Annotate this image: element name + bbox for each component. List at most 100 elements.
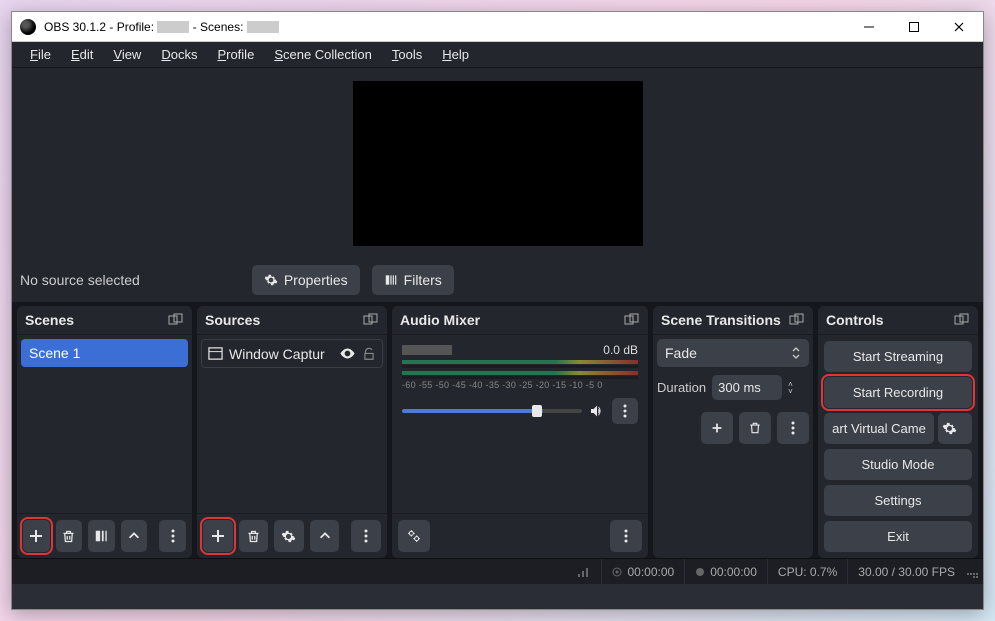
signal-icon: [577, 566, 591, 578]
studio-mode-button[interactable]: Studio Mode: [824, 449, 972, 480]
start-streaming-button[interactable]: Start Streaming: [824, 341, 972, 372]
minimize-button[interactable]: [846, 13, 891, 41]
maximize-button[interactable]: [891, 13, 936, 41]
remove-scene-button[interactable]: [56, 520, 83, 552]
transitions-header: Scene Transitions: [653, 306, 813, 335]
audio-footer: [392, 513, 648, 558]
eye-icon[interactable]: [339, 345, 356, 362]
scene-filter-button[interactable]: [88, 520, 115, 552]
close-button[interactable]: [936, 13, 981, 41]
volume-slider[interactable]: [402, 409, 582, 413]
transitions-dock: Scene Transitions Fade Duration ˄˅: [653, 306, 813, 558]
gears-icon: [406, 528, 422, 544]
audio-meter: [402, 360, 638, 364]
menu-edit[interactable]: Edit: [61, 44, 103, 65]
audio-ticks: -60 -55 -50 -45 -40 -35 -30 -25 -20 -15 …: [402, 380, 638, 390]
menu-help[interactable]: Help: [432, 44, 479, 65]
transition-select[interactable]: Fade: [657, 339, 809, 367]
controls-dock: Controls Start Streaming Start Recording…: [818, 306, 978, 558]
start-recording-button[interactable]: Start Recording: [824, 377, 972, 408]
popout-icon[interactable]: [789, 313, 805, 327]
broadcast-icon: [612, 567, 622, 577]
filters-icon: [384, 273, 398, 287]
source-properties-button[interactable]: [274, 520, 304, 552]
more-vert-icon: [791, 421, 795, 435]
menu-file[interactable]: File: [20, 44, 61, 65]
chevron-up-icon: [318, 529, 332, 543]
remove-transition-button[interactable]: [739, 412, 771, 444]
popout-icon[interactable]: [954, 313, 970, 327]
statusbar: 00:00:00 00:00:00 CPU: 0.7% 30.00 / 30.0…: [12, 558, 983, 584]
gear-icon: [264, 273, 278, 287]
duration-label: Duration: [657, 380, 706, 395]
menu-docks[interactable]: Docks: [151, 44, 207, 65]
audio-meter: [402, 371, 638, 375]
preview-canvas[interactable]: [353, 81, 643, 246]
sources-header: Sources: [197, 306, 387, 335]
plus-icon: [710, 421, 724, 435]
more-vert-icon: [171, 529, 175, 543]
status-fps: 30.00 / 30.00 FPS: [847, 559, 965, 584]
resize-grip[interactable]: [965, 565, 979, 579]
properties-button[interactable]: Properties: [252, 265, 360, 295]
preview-area: [12, 68, 983, 258]
add-source-button[interactable]: [203, 520, 233, 552]
source-item[interactable]: Window Captur: [201, 339, 383, 368]
menu-view[interactable]: View: [103, 44, 151, 65]
docks-row: Scenes Scene 1 Sources: [12, 302, 983, 558]
gear-icon: [942, 421, 957, 436]
sources-dock: Sources Window Captur: [197, 306, 387, 558]
filters-button[interactable]: Filters: [372, 265, 454, 295]
menu-profile[interactable]: Profile: [207, 44, 264, 65]
virtual-camera-settings-button[interactable]: [938, 413, 972, 444]
scenes-footer: [17, 513, 192, 558]
obs-window: OBS 30.1.2 - Profile: - Scenes: File Edi…: [11, 11, 984, 610]
audio-track-more-button[interactable]: [612, 398, 638, 424]
duration-input[interactable]: [712, 375, 782, 400]
scenes-dock: Scenes Scene 1: [17, 306, 192, 558]
popout-icon[interactable]: [624, 313, 640, 327]
audio-track: 0.0 dB -60 -55 -50 -45 -40 -35 -30 -25 -…: [396, 339, 644, 428]
scene-item[interactable]: Scene 1: [21, 339, 188, 367]
scene-more-button[interactable]: [159, 520, 186, 552]
add-transition-button[interactable]: [701, 412, 733, 444]
transition-more-button[interactable]: [777, 412, 809, 444]
unlock-icon[interactable]: [362, 347, 376, 361]
virtual-camera-button[interactable]: art Virtual Came: [824, 413, 934, 444]
menubar: File Edit View Docks Profile Scene Colle…: [12, 42, 983, 68]
settings-button[interactable]: Settings: [824, 485, 972, 516]
source-more-button[interactable]: [351, 520, 381, 552]
record-icon: [695, 567, 705, 577]
menu-scene-collection[interactable]: Scene Collection: [264, 44, 382, 65]
duration-spinner[interactable]: ˄˅: [788, 381, 793, 395]
status-cpu: CPU: 0.7%: [767, 559, 847, 584]
more-vert-icon: [624, 529, 628, 543]
audio-mixer-dock: Audio Mixer 0.0 dB -60 -55 -50 -45 -40 -…: [392, 306, 648, 558]
chevron-up-icon: [127, 529, 141, 543]
window-title: OBS 30.1.2 - Profile: - Scenes:: [44, 20, 279, 34]
status-record: 00:00:00: [684, 559, 767, 584]
popout-icon[interactable]: [168, 313, 184, 327]
audio-source-name: [402, 345, 452, 355]
add-scene-button[interactable]: [23, 520, 50, 552]
audio-more-button[interactable]: [610, 520, 642, 552]
no-source-label: No source selected: [20, 272, 140, 288]
remove-source-button[interactable]: [239, 520, 269, 552]
scene-up-button[interactable]: [121, 520, 148, 552]
popout-icon[interactable]: [363, 313, 379, 327]
status-network: [567, 559, 601, 584]
window-icon: [208, 346, 223, 361]
advanced-audio-button[interactable]: [398, 520, 430, 552]
more-vert-icon: [623, 404, 627, 418]
audio-db-value: 0.0 dB: [603, 343, 638, 357]
filter-icon: [94, 529, 108, 543]
status-stream: 00:00:00: [601, 559, 684, 584]
menu-tools[interactable]: Tools: [382, 44, 432, 65]
speaker-icon[interactable]: [588, 403, 606, 419]
source-up-button[interactable]: [310, 520, 340, 552]
updown-icon: [791, 346, 801, 360]
audio-header: Audio Mixer: [392, 306, 648, 335]
plus-icon: [210, 528, 226, 544]
sources-footer: [197, 513, 387, 558]
exit-button[interactable]: Exit: [824, 521, 972, 552]
